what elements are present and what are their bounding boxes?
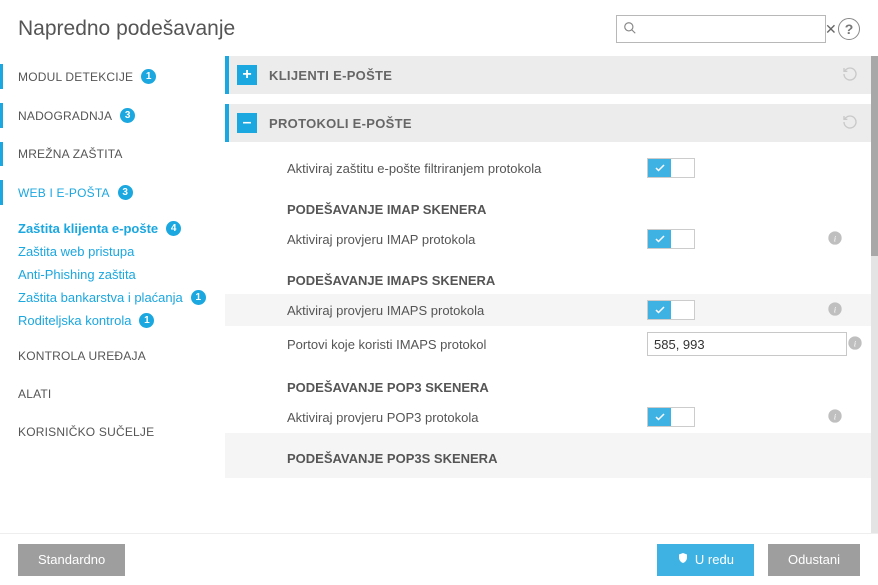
ok-button[interactable]: U redu <box>657 544 754 576</box>
info-icon[interactable]: i <box>847 335 863 354</box>
row-imaps-ports: Portovi koje koristi IMAPS protokol i <box>225 326 872 362</box>
toggle-imap[interactable] <box>647 229 695 249</box>
sidebar-item-label: KORISNIČKO SUČELJE <box>18 425 154 439</box>
toggle-filter-protocol[interactable] <box>647 158 695 178</box>
button-label: Odustani <box>788 552 840 567</box>
info-icon[interactable]: i <box>827 301 843 320</box>
sidebar-item-label: ALATI <box>18 387 51 401</box>
heading-label: PODEŠAVANJE IMAP SKENERA <box>287 202 647 217</box>
sidebar-item-upgrade[interactable]: NADOGRADNJA 3 <box>0 101 225 130</box>
section-email-protocols[interactable]: – PROTOKOLI E-POŠTE <box>225 104 872 142</box>
clear-icon[interactable]: ✕ <box>825 21 837 38</box>
sidebar-item-label: Anti-Phishing zaštita <box>18 267 136 282</box>
info-icon[interactable]: i <box>827 230 843 249</box>
heading-pop3: PODEŠAVANJE POP3 SKENERA <box>225 362 872 401</box>
sidebar-item-device-control[interactable]: KONTROLA UREĐAJA <box>0 342 225 370</box>
row-imaps: Aktiviraj provjeru IMAPS protokola i <box>225 294 872 326</box>
content-panel: + KLIJENTI E-POŠTE – PROTOKOLI E-POŠTE A… <box>225 56 878 533</box>
sidebar-item-label: KONTROLA UREĐAJA <box>18 349 146 363</box>
sidebar-item-detection[interactable]: MODUL DETEKCIJE 1 <box>0 62 225 91</box>
revert-icon[interactable] <box>842 66 858 85</box>
badge: 3 <box>120 108 135 123</box>
sidebar-item-label: Zaštita klijenta e-pošte <box>18 221 158 236</box>
toggle-imaps[interactable] <box>647 300 695 320</box>
row-label: Aktiviraj provjeru IMAP protokola <box>287 232 647 247</box>
sidebar-item-ui[interactable]: KORISNIČKO SUČELJE <box>0 418 225 446</box>
sidebar-item-label: Zaštita web pristupa <box>18 244 134 259</box>
badge: 1 <box>139 313 154 328</box>
revert-icon[interactable] <box>842 114 858 133</box>
section-title: KLIJENTI E-POŠTE <box>269 68 392 83</box>
heading-label: PODEŠAVANJE IMAPS SKENERA <box>287 273 647 288</box>
sidebar-item-web-email[interactable]: WEB I E-POŠTA 3 <box>0 178 225 207</box>
sidebar-item-label: Roditeljska kontrola <box>18 313 131 328</box>
page-title: Napredno podešavanje <box>18 17 616 41</box>
search-input[interactable] <box>637 16 825 42</box>
row-imap: Aktiviraj provjeru IMAP protokola i <box>225 223 872 255</box>
sidebar-sub-web-access[interactable]: Zaštita web pristupa <box>0 240 225 263</box>
section-title: PROTOKOLI E-POŠTE <box>269 116 412 131</box>
search-wrap[interactable]: ✕ <box>616 15 826 43</box>
sidebar-sub-parental[interactable]: Roditeljska kontrola 1 <box>0 309 225 332</box>
sidebar-item-label: NADOGRADNJA <box>18 109 112 123</box>
row-label: Portovi koje koristi IMAPS protokol <box>287 337 647 352</box>
sidebar-item-label: MREŽNA ZAŠTITA <box>18 147 123 161</box>
search-icon <box>623 21 637 38</box>
sidebar-sub-antiphishing[interactable]: Anti-Phishing zaštita <box>0 263 225 286</box>
heading-imap: PODEŠAVANJE IMAP SKENERA <box>225 184 872 223</box>
badge: 1 <box>191 290 206 305</box>
default-button[interactable]: Standardno <box>18 544 125 576</box>
help-button[interactable]: ? <box>838 18 860 40</box>
expand-icon[interactable]: + <box>237 65 257 85</box>
footer: Standardno U redu Odustani <box>0 533 878 585</box>
heading-label: PODEŠAVANJE POP3S SKENERA <box>287 451 647 466</box>
sidebar-item-network[interactable]: MREŽNA ZAŠTITA <box>0 140 225 168</box>
sidebar-sub-banking[interactable]: Zaštita bankarstva i plaćanja 1 <box>0 286 225 309</box>
sidebar-sub-email-client[interactable]: Zaštita klijenta e-pošte 4 <box>0 217 225 240</box>
section-email-clients[interactable]: + KLIJENTI E-POŠTE <box>225 56 872 94</box>
row-label: Aktiviraj provjeru POP3 protokola <box>287 410 647 425</box>
collapse-icon[interactable]: – <box>237 113 257 133</box>
sidebar: MODUL DETEKCIJE 1 NADOGRADNJA 3 MREŽNA Z… <box>0 56 225 533</box>
header: Napredno podešavanje ✕ ? <box>0 0 878 56</box>
badge: 1 <box>141 69 156 84</box>
sidebar-item-tools[interactable]: ALATI <box>0 380 225 408</box>
cancel-button[interactable]: Odustani <box>768 544 860 576</box>
heading-pop3s: PODEŠAVANJE POP3S SKENERA <box>225 433 872 478</box>
row-label: Aktiviraj zaštitu e-pošte filtriranjem p… <box>287 161 647 176</box>
sidebar-item-label: Zaštita bankarstva i plaćanja <box>18 290 183 305</box>
heading-imaps: PODEŠAVANJE IMAPS SKENERA <box>225 255 872 294</box>
sidebar-item-label: MODUL DETEKCIJE <box>18 70 133 84</box>
shield-icon <box>677 552 689 567</box>
badge: 4 <box>166 221 181 236</box>
badge: 3 <box>118 185 133 200</box>
button-label: Standardno <box>38 552 105 567</box>
toggle-pop3[interactable] <box>647 407 695 427</box>
button-label: U redu <box>695 552 734 567</box>
row-label: Aktiviraj provjeru IMAPS protokola <box>287 303 647 318</box>
scrollbar[interactable] <box>871 56 878 533</box>
row-pop3: Aktiviraj provjeru POP3 protokola i <box>225 401 872 433</box>
info-icon[interactable]: i <box>827 408 843 427</box>
heading-label: PODEŠAVANJE POP3 SKENERA <box>287 380 647 395</box>
row-filter-protocol: Aktiviraj zaštitu e-pošte filtriranjem p… <box>225 152 872 184</box>
imaps-ports-input[interactable] <box>647 332 847 356</box>
sidebar-item-label: WEB I E-POŠTA <box>18 186 110 200</box>
scrollbar-thumb[interactable] <box>871 56 878 256</box>
